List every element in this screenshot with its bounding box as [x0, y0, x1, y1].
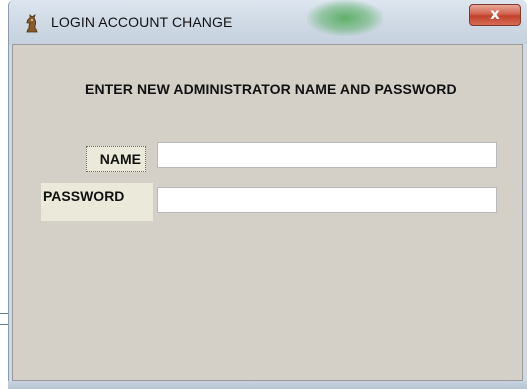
form-heading: ENTER NEW ADMINISTRATOR NAME AND PASSWOR… — [85, 81, 457, 97]
password-label: PASSWORD — [41, 183, 153, 221]
form-panel: ENTER NEW ADMINISTRATOR NAME AND PASSWOR… — [12, 44, 523, 381]
title-bar[interactable]: LOGIN ACCOUNT CHANGE x — [9, 0, 527, 44]
window-bottom-border — [8, 381, 527, 389]
window-edge-marker — [0, 313, 8, 325]
name-input[interactable] — [157, 142, 497, 168]
app-icon — [26, 14, 38, 33]
close-button[interactable]: x — [469, 4, 521, 26]
title-bar-highlight — [307, 0, 383, 36]
window-title: LOGIN ACCOUNT CHANGE — [51, 14, 233, 30]
login-account-change-window: LOGIN ACCOUNT CHANGE x ENTER NEW ADMINIS… — [8, 0, 527, 389]
password-input[interactable] — [157, 187, 497, 213]
name-label: NAME — [86, 146, 146, 172]
close-icon: x — [490, 5, 500, 23]
